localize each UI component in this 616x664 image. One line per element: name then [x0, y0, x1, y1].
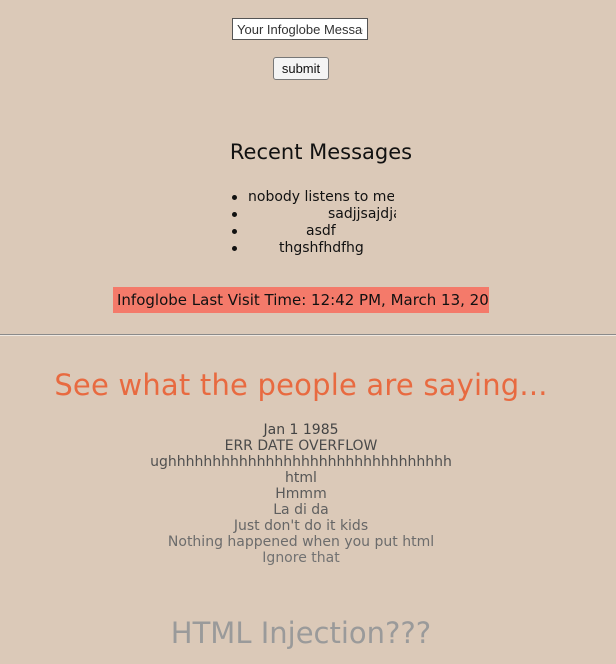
- saying-line: Nothing happened when you put html: [167, 534, 435, 550]
- message-input[interactable]: [232, 18, 368, 40]
- message-text: thgshfhdfhg: [279, 240, 364, 256]
- divider: [0, 334, 616, 336]
- list-item: sadjjsajdjasdjasjd: [232, 206, 396, 223]
- saying-heading: See what the people are saying...: [54, 368, 548, 402]
- saying-line: La di da: [273, 502, 329, 518]
- list-item: nobody listens to me: [232, 189, 394, 206]
- message-text: nobody listens to me: [248, 189, 394, 205]
- last-visit-banner: Infoglobe Last Visit Time: 12:42 PM, Mar…: [113, 287, 489, 313]
- saying-line: html: [285, 470, 317, 486]
- saying-line: Jan 1 1985: [263, 422, 339, 438]
- people-saying-list: Jan 1 1985 ERR DATE OVERFLOW ughhhhhhhhh…: [0, 422, 602, 566]
- saying-line: Hmmm: [275, 486, 327, 502]
- saying-line: Ignore that: [262, 550, 340, 566]
- submit-button[interactable]: submit: [273, 57, 329, 80]
- saying-line: Just don't do it kids: [233, 518, 369, 534]
- saying-line: ughhhhhhhhhhhhhhhhhhhhhhhhhhhhhhhh: [150, 454, 452, 470]
- recent-messages-heading: Recent Messages: [229, 140, 413, 164]
- message-text: sadjjsajdjasdjasjd: [328, 206, 396, 222]
- list-item: asdf: [232, 223, 394, 240]
- saying-line: ERR DATE OVERFLOW: [224, 438, 378, 454]
- list-item: thgshfhdfhg: [232, 240, 394, 257]
- message-text: asdf: [306, 223, 336, 239]
- html-injection-heading: HTML Injection???: [170, 616, 432, 650]
- recent-messages-list: nobody listens to me sadjjsajdjasdjasjd …: [232, 189, 396, 257]
